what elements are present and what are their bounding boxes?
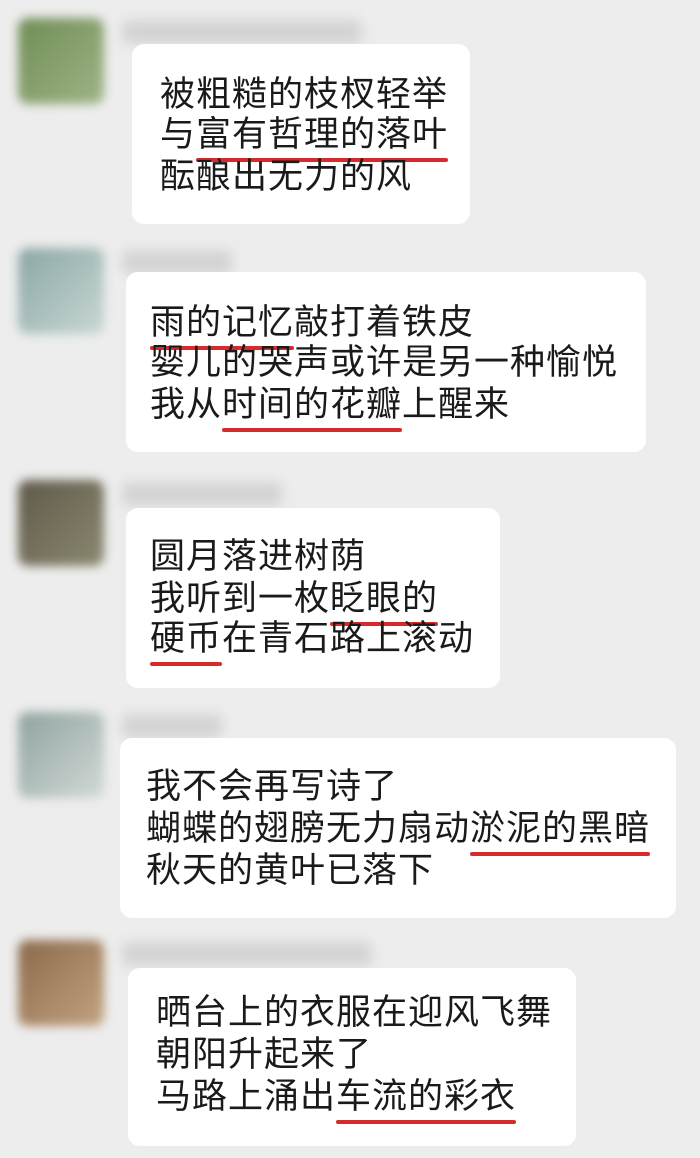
sender-name-blurred: [122, 250, 232, 274]
text-segment: 婴儿的哭声或许是另一种愉悦: [150, 343, 619, 383]
underlined-phrase: 雨的记忆: [150, 303, 295, 350]
message-line: 我从时间的花瓣上醒来: [150, 384, 511, 432]
message-line: 雨的记忆敲打着铁皮: [150, 302, 475, 350]
sender-name-blurred: [122, 714, 222, 738]
text-segment: 在青石路上滚动: [222, 619, 475, 659]
underlined-phrase: 硬币: [150, 619, 223, 666]
underlined-phrase: 时间的花瓣: [222, 385, 403, 432]
text-segment: 我从: [150, 385, 223, 425]
text-segment: 马路上涌出: [156, 1077, 337, 1117]
text-segment: 蝴蝶的翅膀无力扇动: [146, 809, 471, 849]
text-segment: 与: [160, 115, 197, 155]
message-line: 与富有哲理的落叶: [160, 114, 449, 162]
message-line: 蝴蝶的翅膀无力扇动淤泥的黑暗: [146, 808, 651, 856]
text-segment: 朝阳升起来了: [156, 1035, 373, 1075]
message-line: 马路上涌出车流的彩衣: [156, 1076, 517, 1124]
underlined-phrase: 车流的彩衣: [336, 1077, 517, 1124]
text-segment: 被粗糙的枝杈轻举: [160, 75, 449, 115]
text-segment: 我不会再写诗了: [146, 767, 399, 807]
avatar[interactable]: [18, 18, 104, 104]
underlined-phrase: 淤泥的黑暗: [470, 809, 651, 856]
underlined-phrase: 富有哲理的落叶: [196, 115, 449, 162]
message-line: 圆月落进树荫: [150, 536, 366, 578]
text-segment: 酝酿出无力的风: [160, 157, 413, 197]
text-segment: 圆月落进树荫: [150, 537, 367, 577]
text-segment: 晒台上的衣服在迎风飞舞: [156, 993, 553, 1033]
avatar[interactable]: [18, 712, 104, 798]
message-line: 朝阳升起来了: [156, 1034, 372, 1076]
text-segment: 上醒来: [402, 385, 511, 425]
avatar[interactable]: [18, 248, 104, 334]
message-line: 硬币在青石路上滚动: [150, 618, 475, 666]
avatar[interactable]: [18, 940, 104, 1026]
message-line: 婴儿的哭声或许是另一种愉悦: [150, 342, 618, 384]
avatar[interactable]: [18, 480, 104, 566]
message-line: 我不会再写诗了: [146, 766, 398, 808]
sender-name-blurred: [122, 482, 282, 506]
underlined-phrase: 眨眼的: [330, 579, 439, 626]
text-segment: 我听到一枚: [150, 579, 331, 619]
message-line: 秋天的黄叶已落下: [146, 850, 434, 892]
text-segment: 敲打着铁皮: [294, 303, 475, 343]
message-line: 晒台上的衣服在迎风飞舞: [156, 992, 552, 1034]
sender-name-blurred: [122, 942, 372, 966]
message-line: 被粗糙的枝杈轻举: [160, 74, 448, 116]
message-line: 我听到一枚眨眼的: [150, 578, 439, 626]
message-line: 酝酿出无力的风: [160, 156, 412, 198]
text-segment: 秋天的黄叶已落下: [146, 851, 435, 891]
sender-name-blurred: [122, 20, 362, 44]
